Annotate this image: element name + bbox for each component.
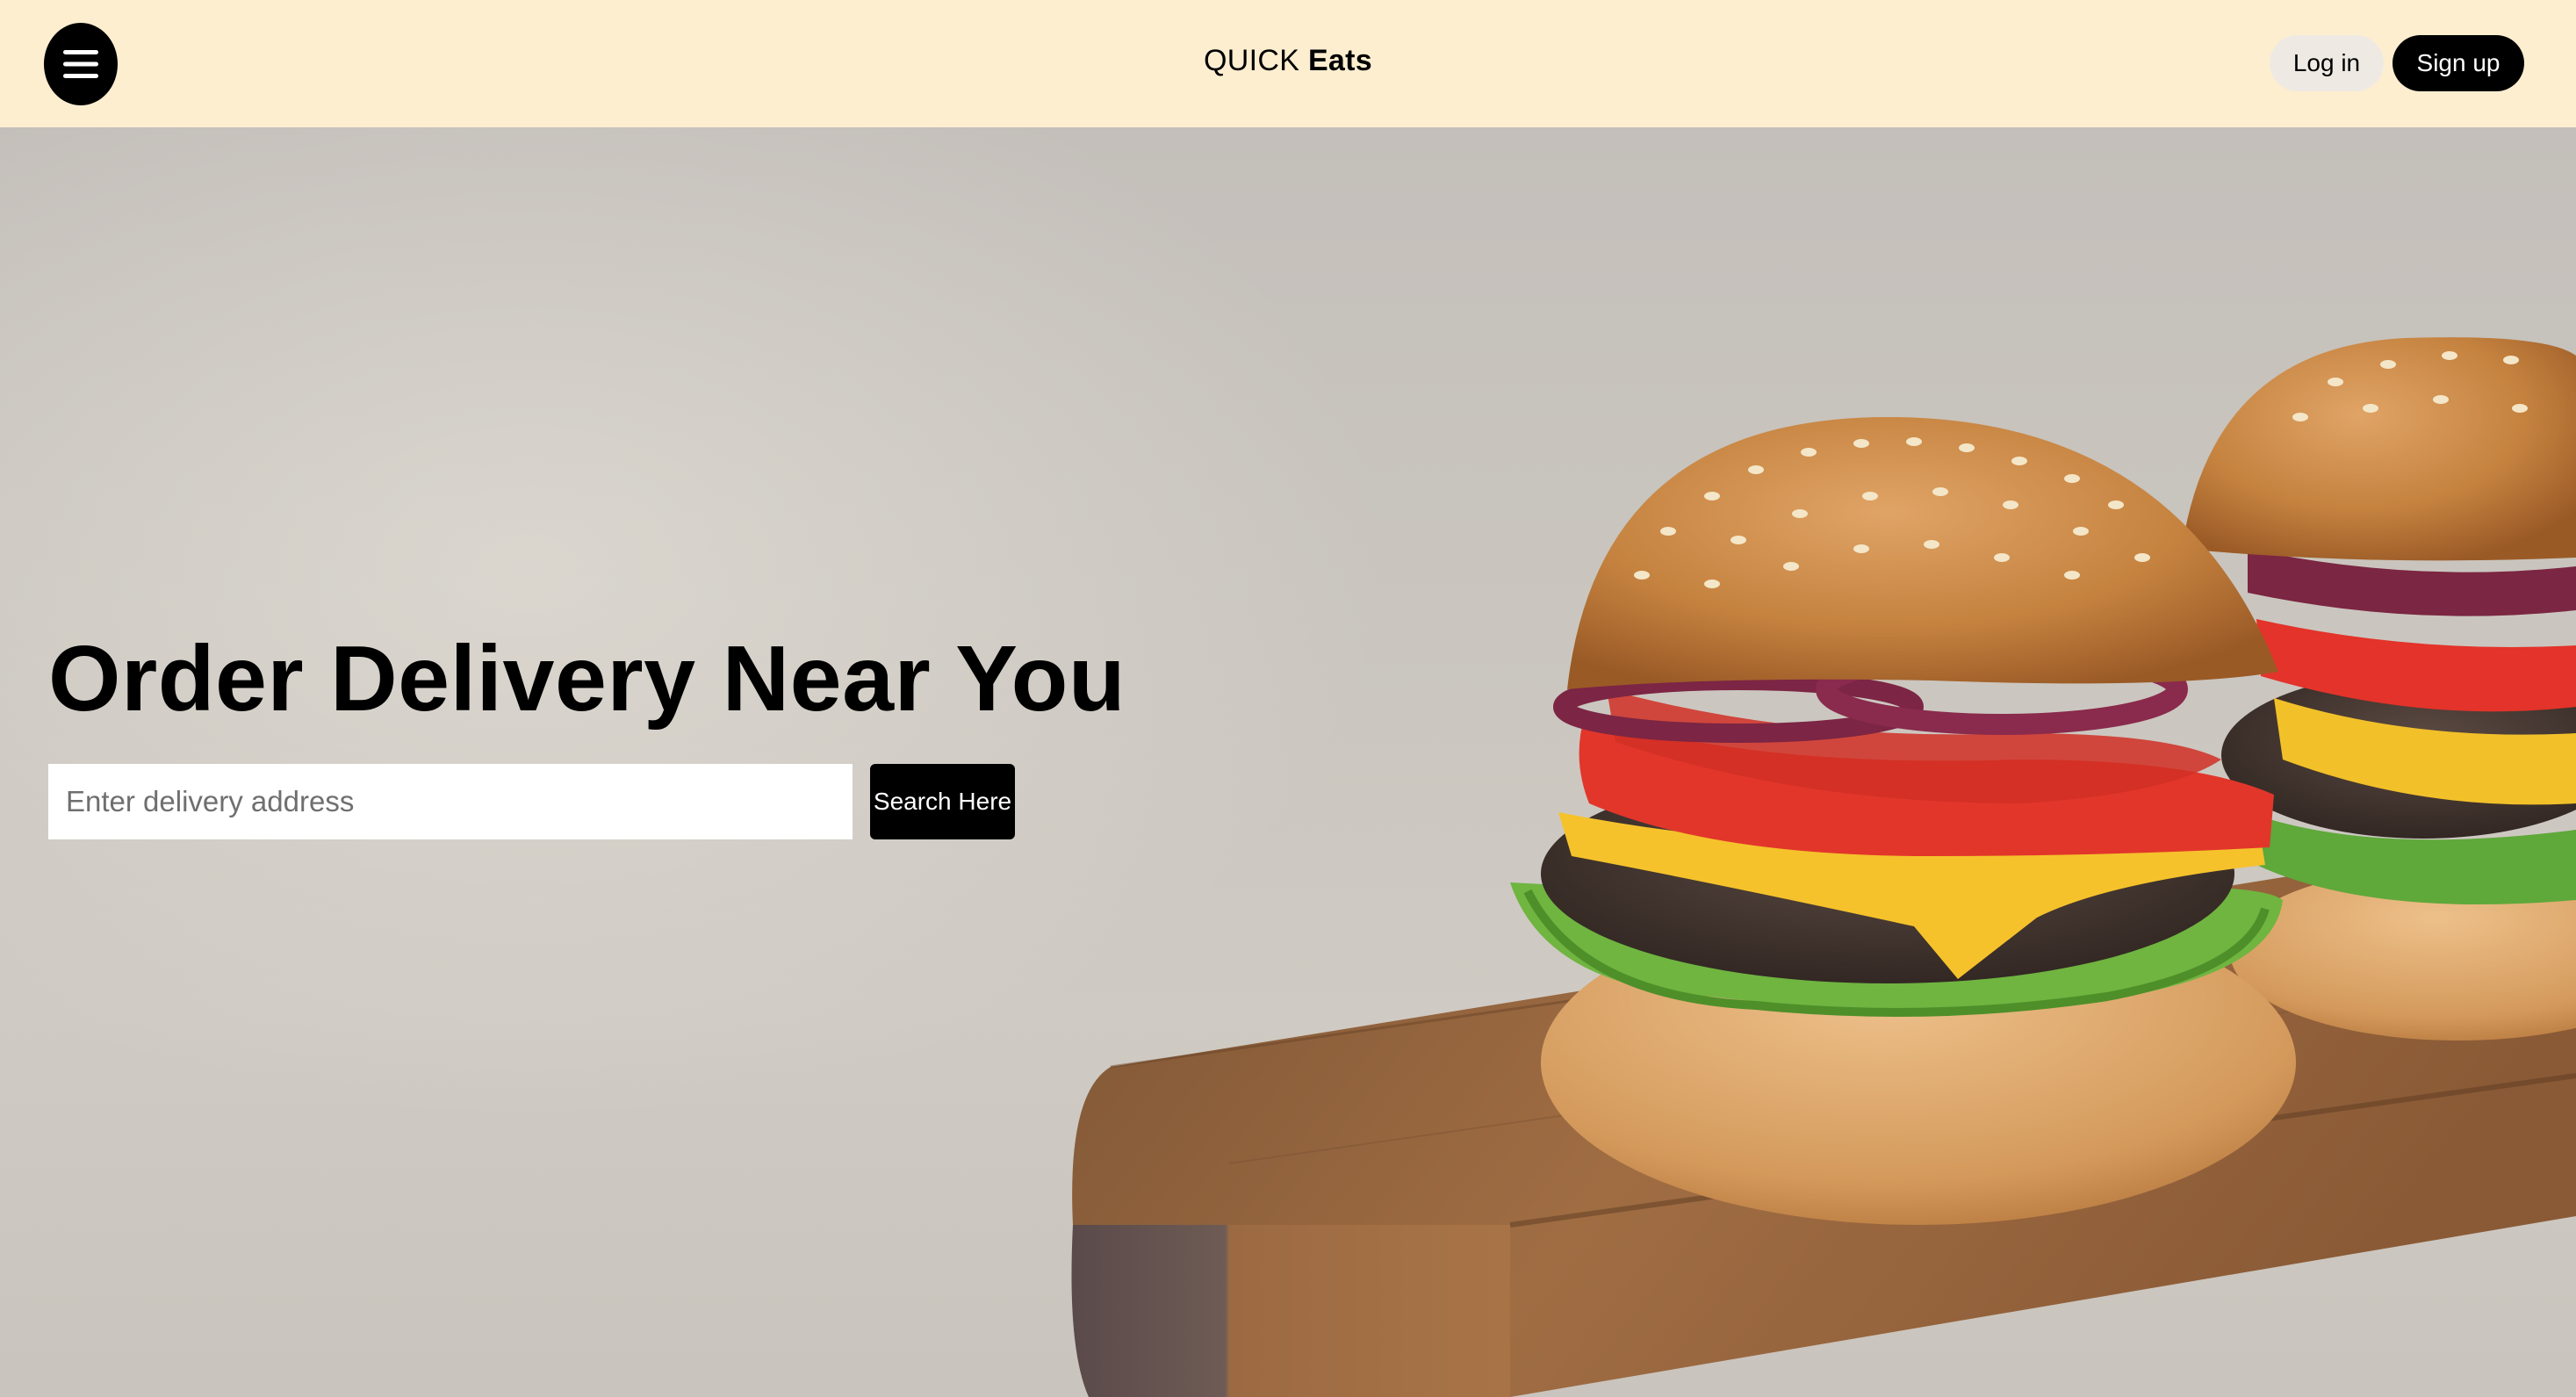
burger-hero-image <box>1071 337 2576 1397</box>
brand-name-quick: QUICK <box>1204 44 1300 77</box>
brand-logo[interactable]: QUICK Eats <box>0 44 2576 78</box>
hero-section: Order Delivery Near You Search Here <box>0 127 2576 1397</box>
page: QUICK Eats Log in Sign up Order Delivery… <box>0 0 2576 1397</box>
brand-name-eats: Eats <box>1307 44 1372 77</box>
top-header: QUICK Eats Log in Sign up <box>0 0 2576 127</box>
hero-title: Order Delivery Near You <box>48 627 1126 731</box>
search-button[interactable]: Search Here <box>870 764 1015 839</box>
signup-button[interactable]: Sign up <box>2393 35 2524 91</box>
delivery-address-input[interactable] <box>48 764 853 839</box>
login-button[interactable]: Log in <box>2270 35 2384 91</box>
